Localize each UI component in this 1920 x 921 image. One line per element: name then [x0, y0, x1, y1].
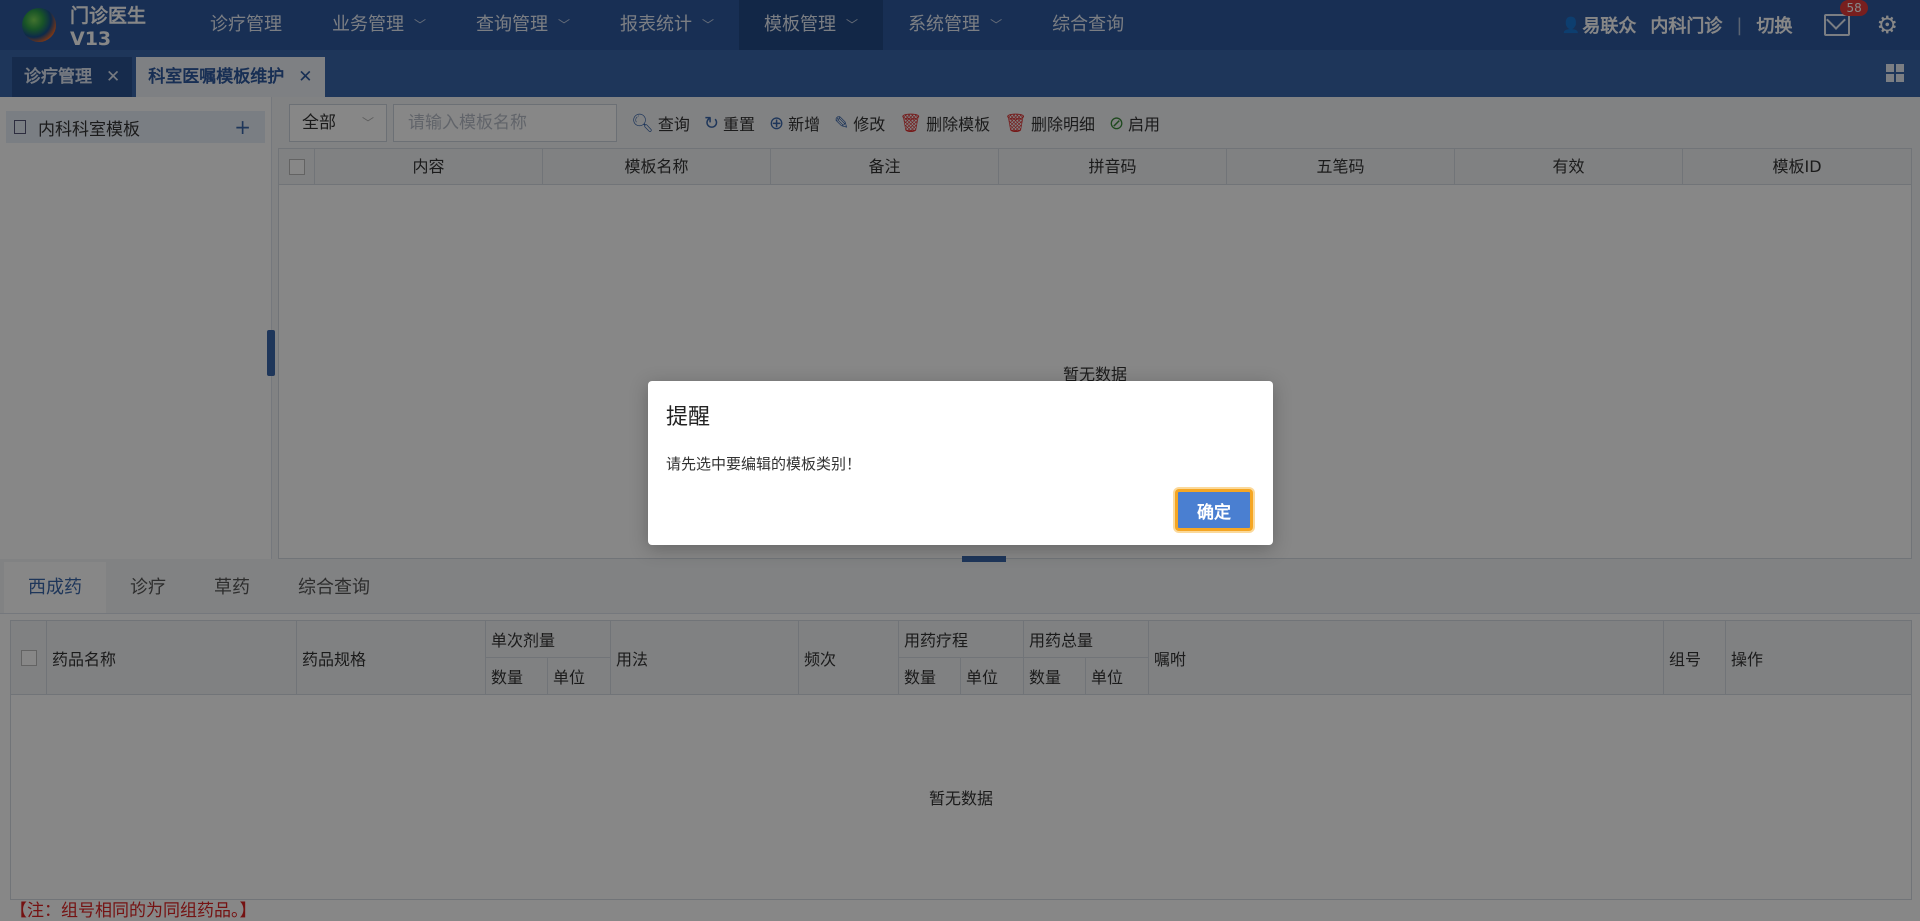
confirm-button[interactable]: 确定	[1175, 489, 1253, 531]
dialog-title: 提醒	[666, 405, 711, 430]
dialog-message: 请先选中要编辑的模板类别！	[666, 455, 862, 473]
reminder-dialog: 提醒 请先选中要编辑的模板类别！ 确定	[648, 381, 1273, 545]
